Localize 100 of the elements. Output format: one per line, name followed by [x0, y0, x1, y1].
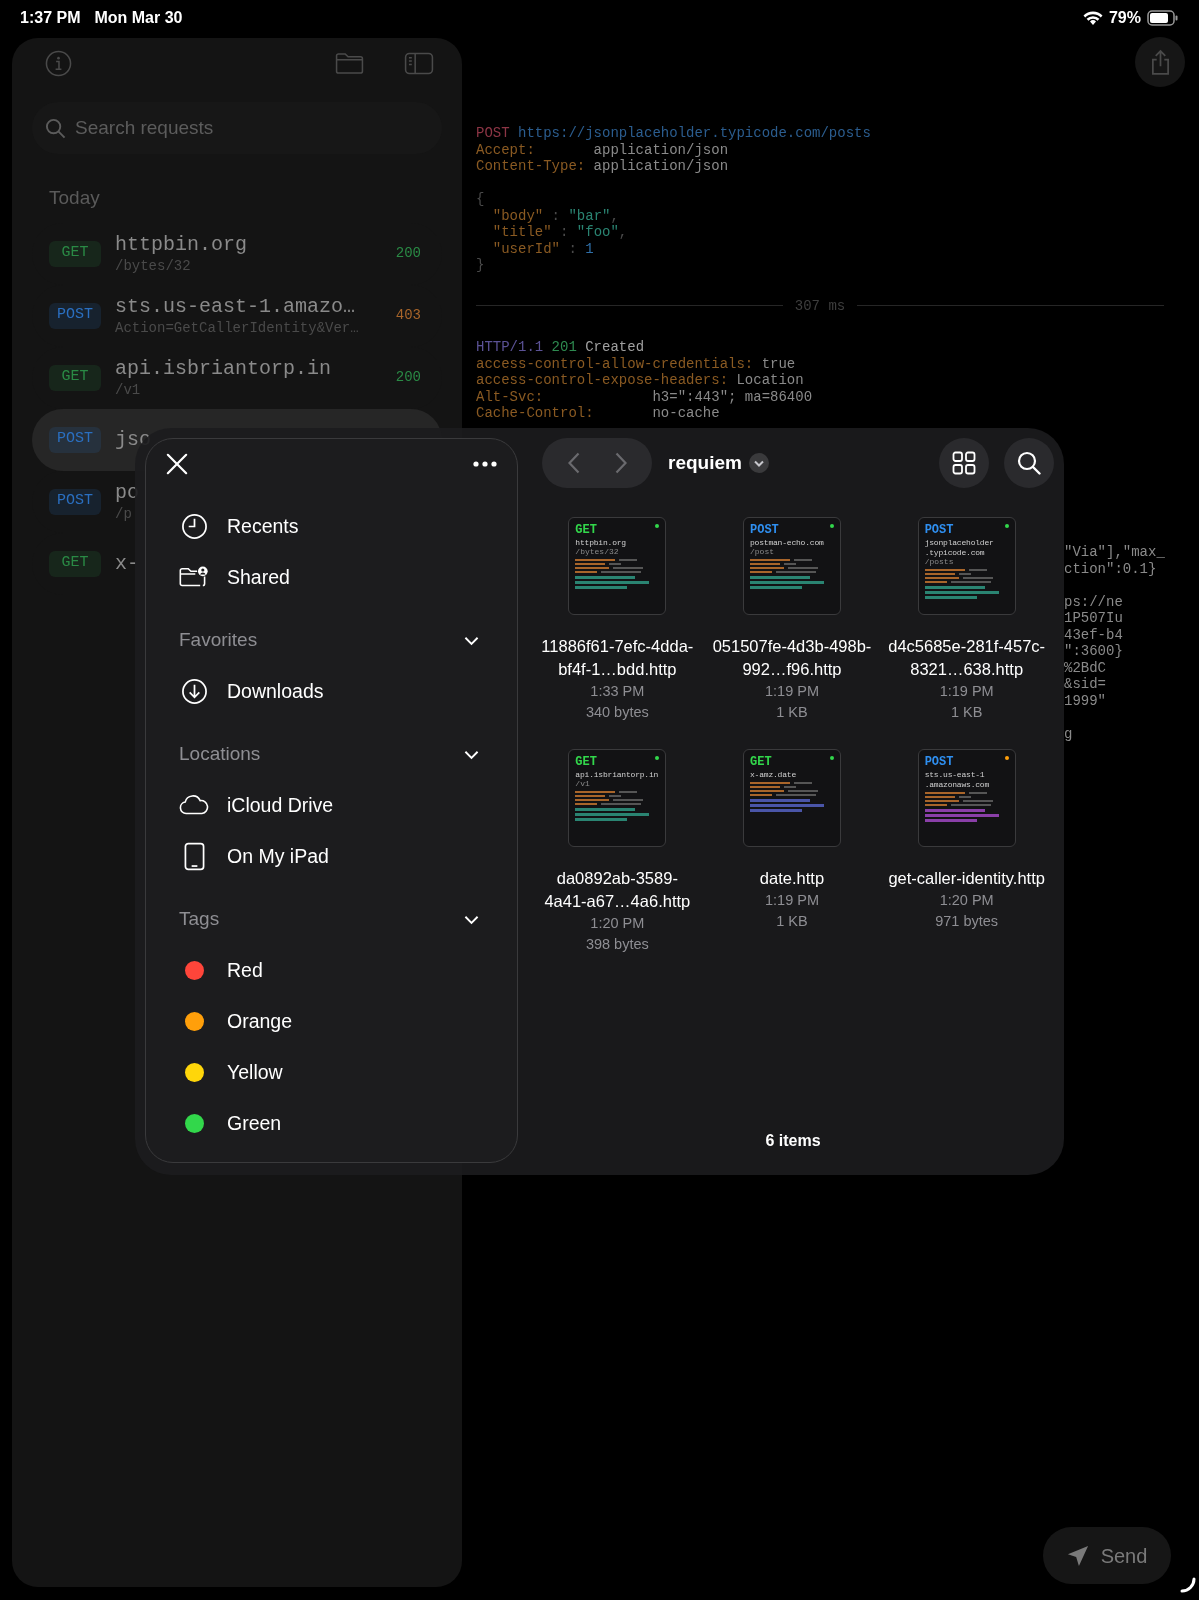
- status-code: 403: [395, 306, 421, 325]
- section-title: Tags: [179, 907, 220, 932]
- section-header-button[interactable]: Locations: [146, 729, 517, 780]
- folder-title: requiem: [668, 450, 742, 475]
- thumbnail-host: sts.us-east-1: [924, 770, 986, 779]
- file-thumbnail[interactable]: POST jsonplaceholder .typicode.com /posts: [917, 517, 1016, 615]
- status-code: 200: [395, 244, 421, 263]
- section-header-button[interactable]: Tags: [146, 894, 517, 945]
- item-label: Downloads: [227, 678, 324, 704]
- search-button[interactable]: [1004, 438, 1054, 488]
- sidebar-item[interactable]: Red: [146, 945, 517, 996]
- request-host: x-: [115, 551, 139, 576]
- file-name: da0892ab-3589-4a41-a67…4a6.http: [543, 868, 692, 912]
- status-time: 1:37 PM: [20, 8, 81, 28]
- file-thumbnail[interactable]: GET httpbin.org /bytes/32: [568, 517, 667, 615]
- method-badge: GET: [49, 550, 101, 577]
- code-text: ":3600}: [1064, 643, 1124, 660]
- code-text: 1P507Iu: [1064, 610, 1124, 627]
- file-size: 1 KB: [776, 703, 808, 722]
- code-text: "foo": [576, 224, 619, 240]
- code-text: POST: [476, 125, 510, 141]
- sidebar-item[interactable]: iCloud Drive: [146, 780, 517, 831]
- sidebar-item[interactable]: Shared: [146, 552, 517, 603]
- code-text: application/json: [593, 141, 729, 158]
- code-text: true: [761, 355, 796, 372]
- code-text: 201: [551, 339, 577, 355]
- file-size: 1 KB: [776, 912, 808, 931]
- code-text: Alt-Svc:: [476, 388, 545, 405]
- dropdown-icon[interactable]: [748, 453, 769, 473]
- chevron-icon: [464, 914, 479, 925]
- code-text: :: [550, 207, 562, 224]
- share-button[interactable]: [1135, 37, 1185, 87]
- search-field[interactable]: Search requests: [75, 113, 429, 143]
- sidebar-toggle-icon[interactable]: [404, 51, 434, 75]
- file-time: 1:19 PM: [939, 682, 994, 701]
- code-text: Content-Type:: [476, 158, 587, 175]
- thumbnail-method: GET: [575, 756, 598, 769]
- code-text: ,: [618, 224, 628, 240]
- code-text: 43ef-b4: [1064, 626, 1124, 643]
- info-icon[interactable]: [45, 49, 72, 77]
- code-text: access-control-expose-headers:: [476, 372, 730, 389]
- section-title: Favorites: [179, 628, 258, 653]
- sidebar-item[interactable]: On My iPad: [146, 831, 517, 882]
- forward-icon[interactable]: [614, 452, 627, 474]
- request-host: api.isbriantorp.in: [115, 356, 332, 381]
- chevron-icon: [464, 749, 479, 760]
- file-thumbnail[interactable]: POST sts.us-east-1 .amazonaws.com: [917, 749, 1016, 847]
- item-label: Green: [227, 1110, 282, 1136]
- thumbnail-method: GET: [575, 524, 598, 537]
- tablet-icon: [183, 842, 205, 871]
- code-text: 1: [585, 240, 594, 257]
- download-icon: [180, 678, 208, 705]
- response-time: 307 ms: [794, 297, 846, 314]
- request-host: sts.us-east-1.amazo…: [115, 294, 357, 319]
- sidebar-item[interactable]: Recents: [146, 501, 517, 552]
- cloud-icon: [179, 795, 209, 816]
- code-text: ction":0.1}: [1064, 560, 1158, 577]
- code-text: "title": [492, 224, 552, 240]
- code-text: "Via"],"max_: [1064, 544, 1165, 561]
- file-time: 1:19 PM: [765, 682, 819, 701]
- close-icon[interactable]: [166, 453, 188, 475]
- code-text: no-cache: [652, 405, 720, 421]
- share-icon: [1149, 48, 1171, 76]
- sidebar-item[interactable]: Downloads: [146, 666, 517, 717]
- section-header: Today: [48, 186, 101, 210]
- folder-icon[interactable]: [335, 51, 364, 75]
- more-icon[interactable]: [473, 461, 497, 467]
- thumbnail-method: GET: [750, 756, 773, 769]
- back-icon[interactable]: [567, 452, 580, 474]
- section-header-button[interactable]: Favorites: [146, 615, 517, 666]
- code-text: }: [476, 257, 485, 273]
- sidebar-item[interactable]: Orange: [146, 996, 517, 1047]
- code-text: "body": [492, 207, 544, 224]
- method-badge: GET: [49, 364, 101, 391]
- code-text: h3=":443"; ma=86400: [652, 388, 813, 405]
- grid-view-button[interactable]: [939, 438, 989, 488]
- thumbnail-host: .typicode.com: [924, 548, 986, 557]
- navigation-buttons[interactable]: [542, 438, 652, 488]
- method-badge: POST: [49, 426, 101, 453]
- file-time: 1:20 PM: [939, 891, 994, 910]
- paper-plane-icon: [1066, 1544, 1089, 1567]
- sidebar-item[interactable]: Yellow: [146, 1047, 517, 1098]
- send-button[interactable]: Send: [1043, 1527, 1171, 1584]
- code-text: "userId": [492, 240, 560, 257]
- file-name: date.http: [758, 868, 826, 889]
- file-size: 398 bytes: [585, 935, 649, 954]
- code-text: :: [559, 224, 570, 240]
- chevron-icon: [464, 635, 479, 646]
- file-thumbnail[interactable]: GET api.isbriantorp.in /v1: [568, 749, 667, 847]
- code-text: Cache-Control:: [476, 405, 595, 422]
- thumbnail-path: /posts: [924, 557, 955, 566]
- thumbnail-host: .amazonaws.com: [924, 780, 991, 789]
- file-thumbnail[interactable]: POST postman-echo.com /post: [743, 517, 841, 615]
- code-text: ps://ne: [1064, 593, 1124, 610]
- item-label: Red: [227, 957, 263, 983]
- sidebar-item[interactable]: Green: [146, 1098, 517, 1149]
- file-thumbnail[interactable]: GET x-amz.date: [743, 749, 841, 847]
- code-text: :: [567, 240, 578, 257]
- resize-handle-icon[interactable]: [1180, 1577, 1196, 1593]
- file-name: 11886f61-7efc-4dda-bf4f-1…bdd.http: [540, 636, 695, 680]
